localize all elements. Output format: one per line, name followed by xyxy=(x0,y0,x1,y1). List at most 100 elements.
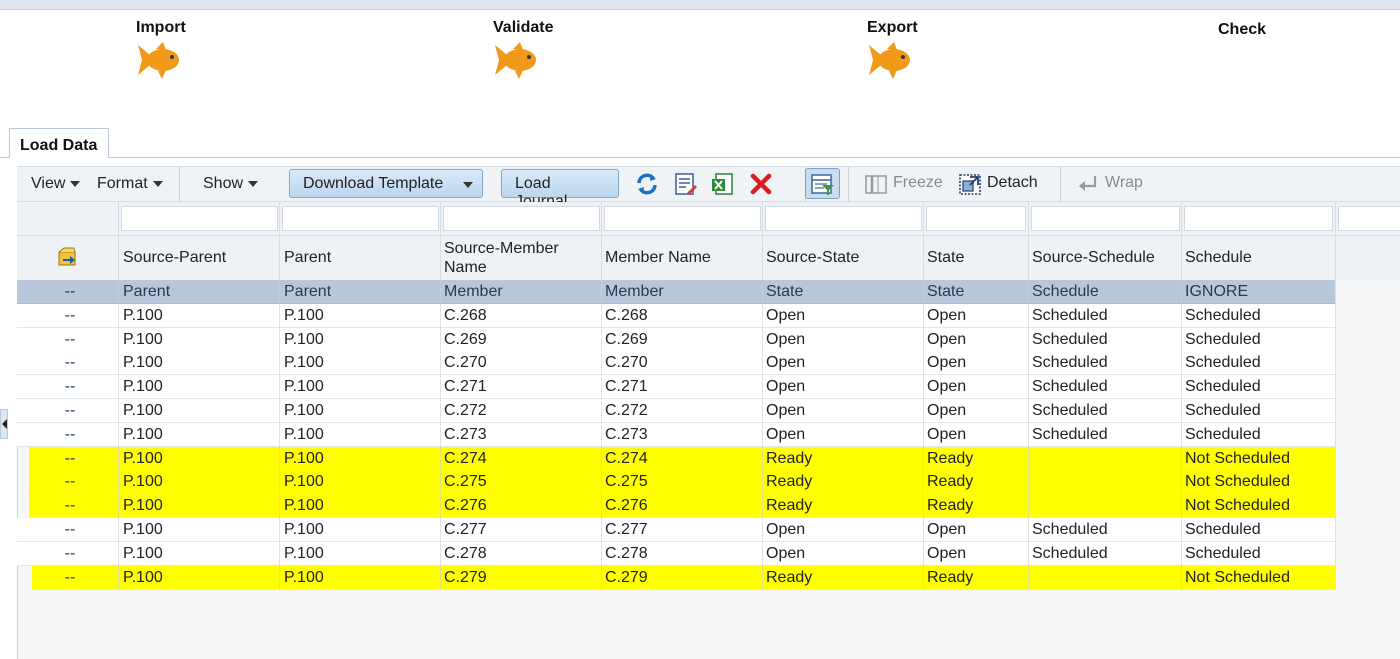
step-check[interactable]: Check xyxy=(1218,21,1266,39)
table-row[interactable]: -- P.100 P.100 C.270 C.270 Open Open Scheduled S… xyxy=(17,351,1335,376)
row-marker: -- xyxy=(64,568,76,586)
cell-source-state: Open xyxy=(766,354,806,372)
column-divider xyxy=(440,280,441,590)
step-validate[interactable]: Validate xyxy=(493,19,553,79)
freeze-icon xyxy=(865,175,887,194)
filter-input-schedule[interactable] xyxy=(1184,206,1333,231)
cell-source-member-name: C.275 xyxy=(444,473,487,491)
row-marker: -- xyxy=(64,354,76,372)
column-header-parent[interactable]: Parent xyxy=(280,235,440,280)
table-row[interactable]: -- P.100 P.100 C.278 C.278 Open Open Scheduled S… xyxy=(17,541,1335,566)
cell-source-parent: P.100 xyxy=(123,521,163,538)
filter-input-member-name[interactable] xyxy=(604,206,761,231)
cell-source-member-name: C.273 xyxy=(444,425,487,443)
toolbar-separator xyxy=(848,167,849,203)
tab-load-data[interactable]: Load Data xyxy=(9,128,109,158)
table-row[interactable]: -- P.100 P.100 C.275 C.275 Ready Ready Not Sche… xyxy=(29,470,1335,495)
table-row[interactable]: -- P.100 P.100 C.271 C.271 Open Open Scheduled S… xyxy=(17,375,1335,400)
collapse-panel-handle[interactable] xyxy=(0,409,8,439)
delete-icon[interactable] xyxy=(748,171,774,197)
edit-document-icon[interactable] xyxy=(672,171,698,197)
chevron-down-icon[interactable] xyxy=(463,182,473,188)
row-marker: -- xyxy=(64,449,76,467)
cell-member-name: C.278 xyxy=(605,544,648,562)
cell-source-schedule: Scheduled xyxy=(1032,378,1108,396)
table-row[interactable]: -- P.100 P.100 C.273 C.273 Open Open Scheduled S… xyxy=(17,422,1335,447)
chevron-down-icon xyxy=(70,180,81,187)
format-menu[interactable]: Format xyxy=(97,175,163,193)
cell-source-parent: P.100 xyxy=(123,306,163,324)
cell-source-schedule: Schedule xyxy=(1032,283,1099,300)
step-import-label: Import xyxy=(136,19,186,36)
filter-input-state[interactable] xyxy=(926,206,1026,231)
cell-parent: P.100 xyxy=(284,544,324,562)
table-row[interactable]: -- P.100 P.100 C.272 C.272 Open Open Scheduled S… xyxy=(17,399,1335,423)
column-divider xyxy=(279,202,280,280)
column-header-source-member-name[interactable]: Source-Member Name xyxy=(440,235,590,280)
column-header-state[interactable]: State xyxy=(923,235,1027,280)
step-check-label: Check xyxy=(1218,21,1267,38)
table-row[interactable]: -- P.100 P.100 C.269 C.269 Open Open Scheduled S… xyxy=(17,327,1335,352)
table-row[interactable]: -- P.100 P.100 C.276 C.276 Ready Ready Not Sche… xyxy=(29,494,1335,519)
top-banner xyxy=(0,0,1400,10)
filter-input-source-state[interactable] xyxy=(765,206,922,231)
cell-source-schedule: Scheduled xyxy=(1032,330,1108,348)
filter-input-next[interactable] xyxy=(1338,206,1400,231)
cell-state: Open xyxy=(927,354,967,372)
row-marker: -- xyxy=(64,544,76,562)
row-marker: -- xyxy=(64,306,76,324)
filter-input-source-parent[interactable] xyxy=(121,206,278,231)
cell-member-name: C.268 xyxy=(605,306,648,324)
filter-input-source-schedule[interactable] xyxy=(1031,206,1180,231)
column-header-source-state[interactable]: Source-State xyxy=(762,235,922,280)
column-header-source-schedule[interactable]: Source-Schedule xyxy=(1028,235,1181,280)
cell-source-state: Open xyxy=(766,425,806,443)
load-journal-button[interactable]: Load Journal xyxy=(501,169,619,210)
freeze-label: Freeze xyxy=(893,174,943,191)
table-row[interactable]: -- P.100 P.100 C.279 C.279 Ready Ready Not Sche… xyxy=(32,565,1335,590)
detach-label[interactable]: Detach xyxy=(987,174,1038,192)
filter-icon[interactable] xyxy=(809,171,835,197)
cell-member-name: C.272 xyxy=(605,402,648,419)
refresh-icon[interactable] xyxy=(634,171,660,197)
cell-member-name: Member xyxy=(605,283,664,300)
column-header-source-parent[interactable]: Source-Parent xyxy=(119,235,279,280)
column-header-schedule[interactable]: Schedule xyxy=(1181,235,1334,280)
table-row[interactable]: -- P.100 P.100 C.277 C.277 Open Open Scheduled S… xyxy=(17,518,1335,542)
cell-source-parent: P.100 xyxy=(123,330,163,348)
cell-parent: P.100 xyxy=(284,473,324,491)
table-row[interactable]: -- Parent Parent Member Member State State Sche… xyxy=(17,280,1335,304)
cell-parent: P.100 xyxy=(284,425,324,443)
cell-parent: P.100 xyxy=(284,330,324,348)
cell-parent: P.100 xyxy=(284,354,324,372)
filter-input-parent[interactable] xyxy=(282,206,439,231)
cell-source-parent: P.100 xyxy=(123,402,163,419)
show-menu-label: Show xyxy=(203,175,244,192)
filter-input-source-member-name[interactable] xyxy=(443,206,600,231)
cell-source-member-name: C.278 xyxy=(444,544,487,562)
excel-export-icon[interactable] xyxy=(710,171,736,197)
column-divider xyxy=(1181,202,1182,280)
column-header-member-name[interactable]: Member Name xyxy=(601,235,761,280)
view-menu[interactable]: View xyxy=(31,175,81,193)
cell-source-schedule: Scheduled xyxy=(1032,402,1108,419)
table-row[interactable]: -- P.100 P.100 C.274 C.274 Ready Ready Not Sche… xyxy=(29,446,1335,471)
cell-source-member-name: Member xyxy=(444,283,503,300)
chevron-down-icon xyxy=(152,180,163,187)
cell-state: State xyxy=(927,283,965,300)
download-template-button[interactable]: Download Template xyxy=(289,169,483,198)
column-divider xyxy=(1335,280,1336,590)
cell-parent: P.100 xyxy=(284,568,324,586)
row-marker: -- xyxy=(64,283,76,300)
cell-schedule: Scheduled xyxy=(1185,306,1261,324)
column-divider xyxy=(762,202,763,280)
table-row[interactable]: -- P.100 P.100 C.268 C.268 Open Open Scheduled S… xyxy=(17,303,1335,328)
detach-icon[interactable] xyxy=(957,171,983,197)
cell-source-state: Ready xyxy=(766,473,813,491)
tab-divider xyxy=(109,157,1400,158)
cell-source-member-name: C.268 xyxy=(444,306,487,324)
step-export[interactable]: Export xyxy=(867,19,918,79)
column-divider xyxy=(1335,202,1336,280)
show-menu[interactable]: Show xyxy=(203,175,259,193)
step-import[interactable]: Import xyxy=(136,19,186,79)
